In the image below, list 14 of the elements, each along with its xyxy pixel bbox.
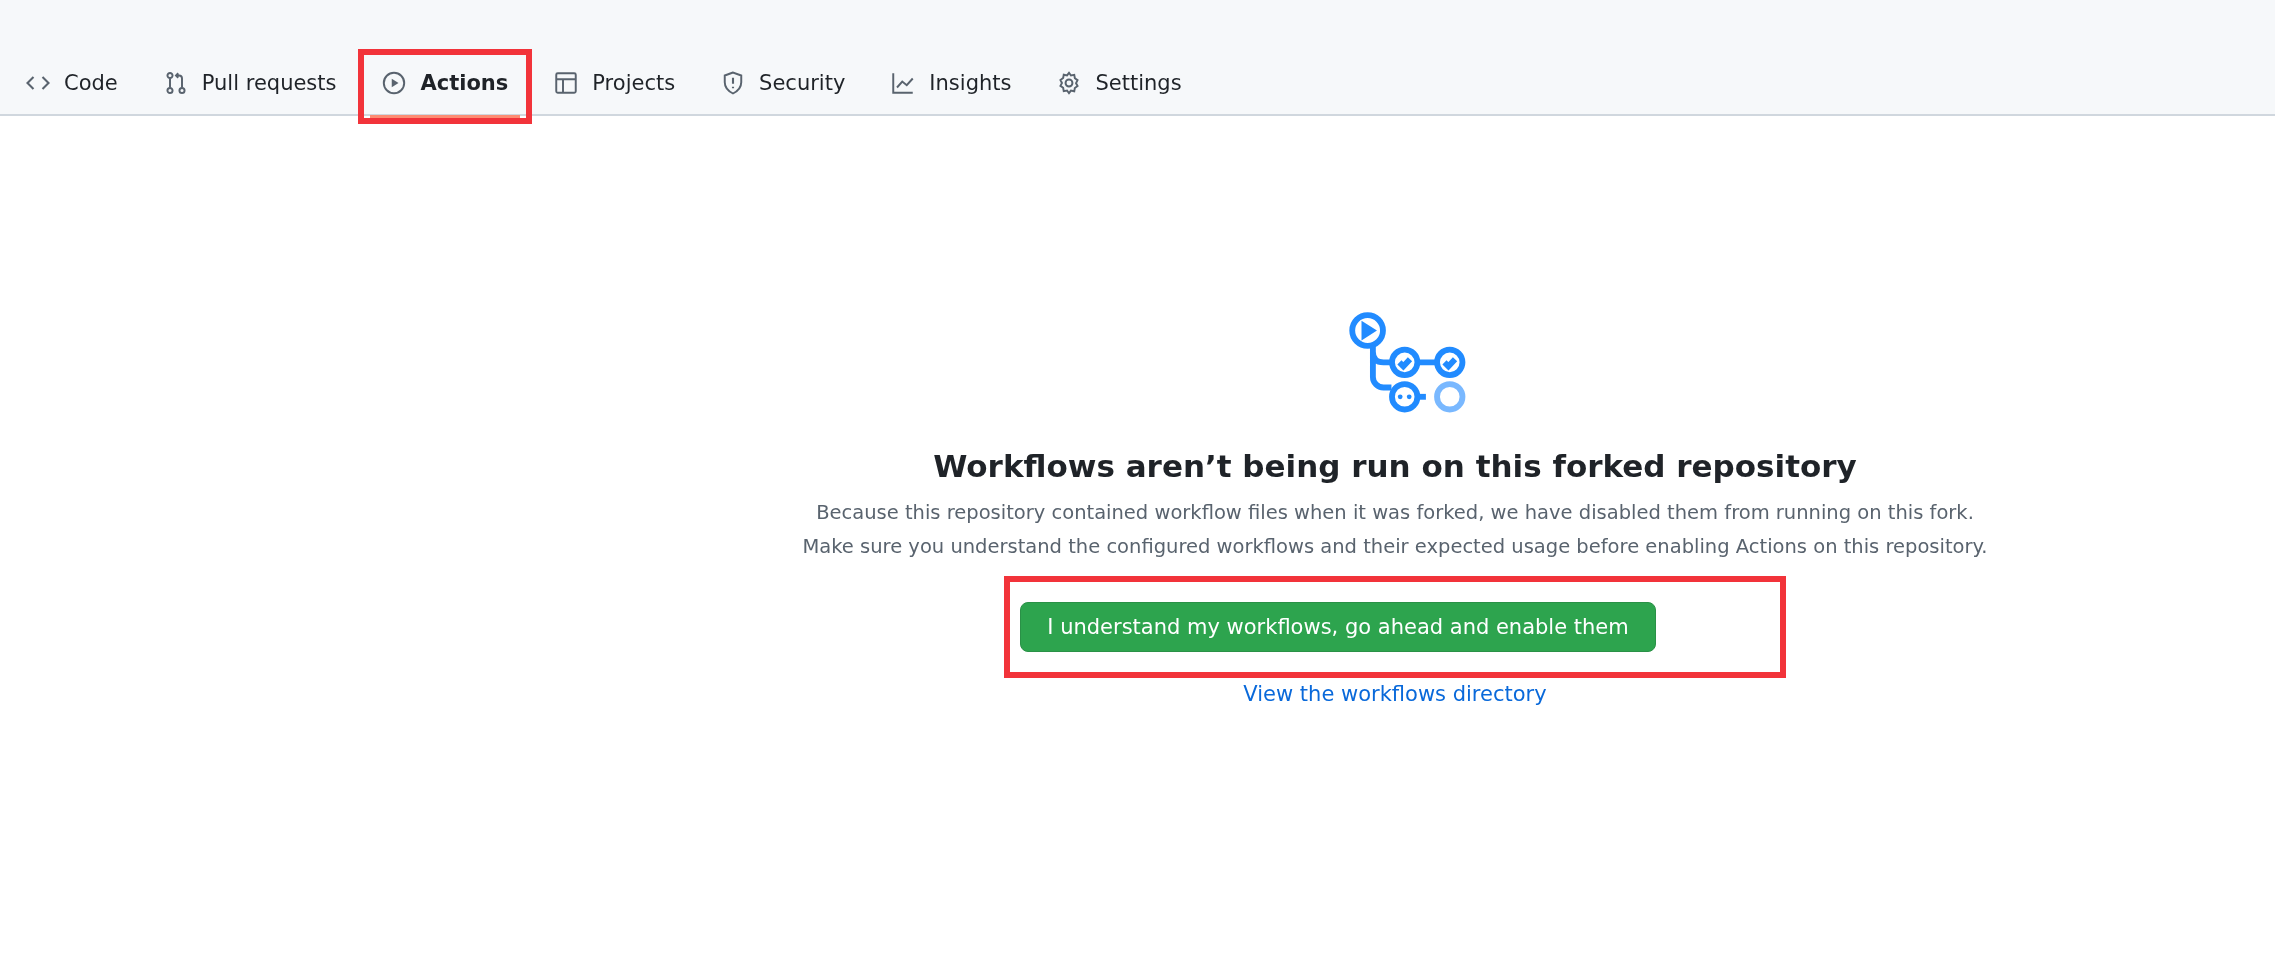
nav-tab[interactable]: Insights [879, 65, 1024, 118]
nav-tab[interactable]: Actions [370, 65, 521, 118]
blankslate-description: Because this repository contained workflow files when it was forked, we have disabled them from running on this fork. Make sure you understand the configured workflows and their expected usage before enabling Actions on this repository. [801, 500, 1989, 560]
table-icon [554, 71, 579, 95]
nav-tab[interactable]: Pull requests [151, 65, 349, 118]
play-circle-icon [382, 71, 407, 95]
nav-tab[interactable]: Code [14, 65, 130, 118]
workflows-directory-link[interactable]: View the workflows directory [1243, 682, 1547, 706]
pull-request-icon [163, 71, 188, 95]
nav-tab[interactable]: Security [709, 65, 858, 118]
blankslate-title: Workflows aren’t being run on this forked repository [933, 448, 1857, 484]
line-graph-icon [891, 71, 916, 95]
nav-tab[interactable]: Settings [1045, 65, 1194, 118]
nav-tab[interactable]: Projects [542, 65, 688, 118]
